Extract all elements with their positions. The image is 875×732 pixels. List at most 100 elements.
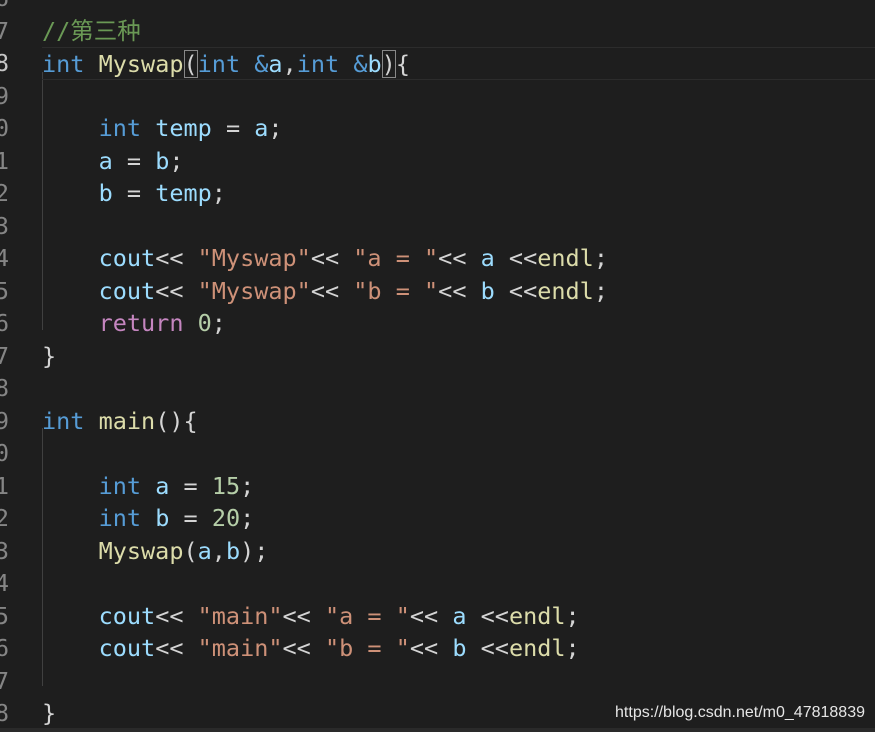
- line-number[interactable]: 10: [0, 112, 42, 145]
- code-token-var: a: [155, 471, 170, 500]
- line-number[interactable]: 7: [0, 15, 42, 48]
- code-line[interactable]: 25 cout<< "main"<< "a = "<< a <<endl;: [0, 600, 875, 633]
- code-line[interactable]: 14 cout<< "Myswap"<< "a = "<< a <<endl;: [0, 242, 875, 275]
- code-line[interactable]: 9: [0, 80, 875, 113]
- code-line[interactable]: 13: [0, 210, 875, 243]
- code-editor[interactable]: 67//第三种8int Myswap(int &a,int &b){910 in…: [0, 0, 875, 732]
- line-number[interactable]: 9: [0, 80, 42, 113]
- code-line-content[interactable]: int temp = a;: [42, 112, 875, 145]
- line-number[interactable]: 18: [0, 372, 42, 405]
- code-line-content[interactable]: [42, 210, 875, 243]
- line-number[interactable]: 14: [0, 242, 42, 275]
- code-line-content[interactable]: int b = 20;: [42, 502, 875, 535]
- code-line[interactable]: 24: [0, 567, 875, 600]
- line-number[interactable]: 11: [0, 145, 42, 178]
- code-line-content[interactable]: cout<< "main"<< "b = "<< b <<endl;: [42, 632, 875, 665]
- line-number[interactable]: 8: [0, 47, 42, 80]
- line-number[interactable]: 26: [0, 632, 42, 665]
- code-line-content[interactable]: int Myswap(int &a,int &b){: [42, 47, 875, 80]
- line-number[interactable]: 15: [0, 275, 42, 308]
- line-number-text: 22: [0, 504, 9, 532]
- code-token-string: "b = ": [324, 634, 410, 662]
- line-number[interactable]: 23: [0, 535, 42, 568]
- code-token-punct: ;: [211, 179, 226, 207]
- code-line[interactable]: 15 cout<< "Myswap"<< "b = "<< b <<endl;: [0, 275, 875, 308]
- code-line-content[interactable]: [42, 0, 875, 15]
- code-token-punct: ;: [211, 309, 226, 337]
- code-line-content[interactable]: int a = 15;: [42, 470, 875, 503]
- code-line-content[interactable]: [42, 665, 875, 698]
- line-number[interactable]: 27: [0, 665, 42, 698]
- code-line[interactable]: 20: [0, 437, 875, 470]
- code-token-punct: {: [395, 50, 410, 78]
- line-number[interactable]: 16: [0, 307, 42, 340]
- code-token-punct: <<: [438, 276, 481, 305]
- code-line[interactable]: 7 //第三种: [0, 15, 875, 48]
- code-line-content[interactable]: cout<< "main"<< "a = "<< a <<endl;: [42, 600, 875, 633]
- code-line[interactable]: 16 return 0;: [0, 307, 875, 340]
- code-token-punct: ;: [268, 114, 283, 142]
- code-token-string: "a = ": [353, 244, 439, 272]
- code-line-content[interactable]: cout<< "Myswap"<< "a = "<< a <<endl;: [42, 242, 875, 275]
- code-line[interactable]: 23 Myswap(a,b);: [0, 535, 875, 568]
- line-number[interactable]: 22: [0, 502, 42, 535]
- code-text: cout<< "Myswap"<< "b = "<< b <<endl;: [42, 275, 608, 308]
- code-token-func: endl: [508, 634, 566, 662]
- code-text: a = b;: [42, 145, 184, 178]
- code-line[interactable]: 27: [0, 665, 875, 698]
- code-text: return 0;: [42, 307, 226, 340]
- code-line-content[interactable]: int main(){: [42, 405, 875, 438]
- code-line-content[interactable]: }: [42, 340, 875, 373]
- line-number[interactable]: 13: [0, 210, 42, 243]
- code-token-punct: <<: [494, 276, 538, 305]
- code-line-content[interactable]: b = temp;: [42, 177, 875, 210]
- code-line[interactable]: 22 int b = 20;: [0, 502, 875, 535]
- line-number-text: 21: [0, 471, 9, 500]
- line-number[interactable]: 12: [0, 177, 42, 210]
- line-number[interactable]: 20: [0, 437, 42, 470]
- code-token-var: a: [98, 146, 113, 175]
- code-token-punct: <<: [155, 276, 198, 305]
- code-line-content[interactable]: [42, 80, 875, 113]
- watermark: https://blog.csdn.net/m0_47818839: [615, 704, 865, 721]
- code-line-content[interactable]: [42, 437, 875, 470]
- code-line[interactable]: 19 int main(){: [0, 405, 875, 438]
- code-line-content[interactable]: //第三种: [42, 15, 875, 48]
- line-number-text: 24: [0, 569, 9, 597]
- code-line[interactable]: 26 cout<< "main"<< "b = "<< b <<endl;: [0, 632, 875, 665]
- code-token-number: 20: [211, 504, 241, 532]
- line-number[interactable]: 21: [0, 470, 42, 503]
- line-number[interactable]: 28: [0, 697, 42, 730]
- code-token-punct: (: [183, 536, 198, 565]
- code-line-content[interactable]: a = b;: [42, 145, 875, 178]
- code-token-punct: }: [42, 699, 57, 727]
- line-number[interactable]: 19: [0, 405, 42, 438]
- code-line[interactable]: 6: [0, 0, 875, 15]
- horizontal-scrollbar[interactable]: [0, 728, 875, 732]
- code-line[interactable]: 17}: [0, 340, 875, 373]
- line-number-text: 23: [0, 536, 9, 565]
- code-line[interactable]: 12 b = temp;: [0, 177, 875, 210]
- code-token-punct: =: [169, 504, 212, 532]
- code-line-content[interactable]: cout<< "Myswap"<< "b = "<< b <<endl;: [42, 275, 875, 308]
- code-line[interactable]: 21 int a = 15;: [0, 470, 875, 503]
- line-number[interactable]: 6: [0, 0, 42, 15]
- code-line-content[interactable]: [42, 567, 875, 600]
- code-line-content[interactable]: [42, 372, 875, 405]
- code-line[interactable]: 10 int temp = a;: [0, 112, 875, 145]
- code-line[interactable]: 8 int Myswap(int &a,int &b){: [0, 47, 875, 80]
- code-token-punct: }: [42, 341, 57, 370]
- line-number[interactable]: 25: [0, 600, 42, 633]
- code-token-punct: <<: [310, 276, 354, 305]
- code-line-content[interactable]: Myswap(a,b);: [42, 535, 875, 568]
- line-number[interactable]: 24: [0, 567, 42, 600]
- line-number[interactable]: 17: [0, 340, 42, 373]
- code-line[interactable]: 11 a = b;: [0, 145, 875, 178]
- code-line[interactable]: 18: [0, 372, 875, 405]
- code-line-content[interactable]: return 0;: [42, 307, 875, 340]
